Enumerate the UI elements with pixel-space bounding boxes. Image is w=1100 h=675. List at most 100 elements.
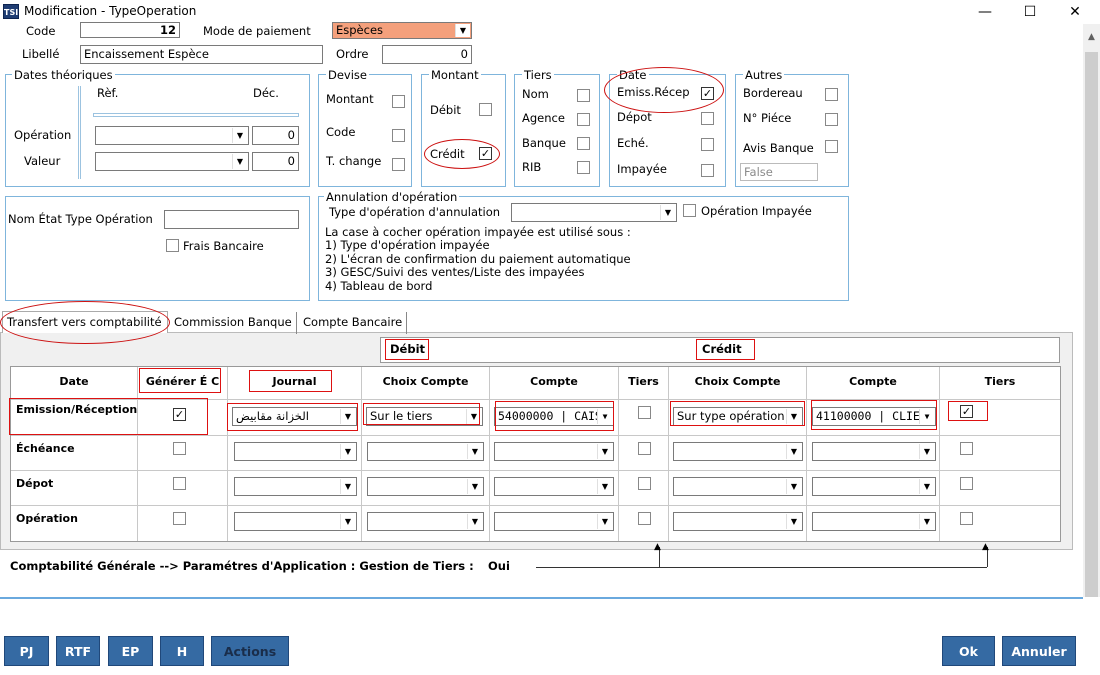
- row3-choix-debit-select[interactable]: ▼: [367, 477, 484, 496]
- resize-line: [536, 567, 987, 568]
- bordereau-checkbox[interactable]: [825, 88, 838, 101]
- rtf-button[interactable]: RTF: [56, 636, 100, 666]
- chevron-down-icon[interactable]: ▼: [919, 479, 934, 494]
- row4-compte-debit-select[interactable]: ▼: [494, 512, 614, 531]
- maximize-button[interactable]: ☐: [1010, 2, 1050, 22]
- avis-banque-checkbox[interactable]: [825, 140, 838, 153]
- devise-tchange-checkbox[interactable]: [392, 158, 405, 171]
- operation-ref-select[interactable]: ▼: [95, 126, 249, 145]
- valeur-dec-field[interactable]: 0: [252, 152, 299, 171]
- tiers-nom-checkbox[interactable]: [577, 89, 590, 102]
- tiers-rib-checkbox[interactable]: [577, 161, 590, 174]
- chevron-down-icon[interactable]: ▼: [467, 514, 482, 529]
- row4-choix-debit-select[interactable]: ▼: [367, 512, 484, 531]
- row4-tiers-debit-checkbox[interactable]: [638, 512, 651, 525]
- chevron-down-icon[interactable]: ▼: [786, 514, 801, 529]
- operation-label: Opération: [14, 128, 72, 142]
- actions-button[interactable]: Actions: [211, 636, 289, 666]
- ep-button[interactable]: EP: [108, 636, 153, 666]
- npiece-checkbox[interactable]: [825, 113, 838, 126]
- devise-code-checkbox[interactable]: [392, 129, 405, 142]
- row2-journal-select[interactable]: ▼: [234, 442, 357, 461]
- annulation-type-select[interactable]: ▼: [511, 203, 677, 222]
- col-compte-debit-header: Compte: [490, 367, 619, 400]
- row3-tiers-credit-checkbox[interactable]: [960, 477, 973, 490]
- tab-commission-banque[interactable]: Commission Banque: [170, 312, 297, 334]
- row4-journal-select[interactable]: ▼: [234, 512, 357, 531]
- row4-compte-credit-select[interactable]: ▼: [812, 512, 936, 531]
- row3-generer-checkbox[interactable]: [173, 477, 186, 490]
- chevron-down-icon[interactable]: ▼: [786, 479, 801, 494]
- row4-generer-checkbox[interactable]: [173, 512, 186, 525]
- row2-tiers-debit-checkbox[interactable]: [638, 442, 651, 455]
- frais-bancaire-checkbox[interactable]: [166, 239, 179, 252]
- operation-impayee-checkbox[interactable]: [683, 204, 696, 217]
- chevron-down-icon[interactable]: ▼: [597, 479, 612, 494]
- devise-montant-checkbox[interactable]: [392, 95, 405, 108]
- annotation-box: [249, 370, 332, 392]
- scroll-up-icon[interactable]: ▲: [1083, 26, 1100, 48]
- code-field[interactable]: 12: [80, 22, 180, 38]
- annotation-box: [363, 403, 480, 425]
- mode-paiement-value: Espèces: [336, 23, 384, 37]
- chevron-down-icon[interactable]: ▼: [919, 444, 934, 459]
- ordre-field[interactable]: 0: [382, 45, 472, 64]
- tiers-agence-checkbox[interactable]: [577, 113, 590, 126]
- autres-title: Autres: [743, 68, 785, 82]
- eche-checkbox[interactable]: [701, 138, 714, 151]
- scrollbar-thumb[interactable]: [1085, 52, 1098, 597]
- chevron-down-icon[interactable]: ▼: [232, 128, 247, 143]
- row3-tiers-debit-checkbox[interactable]: [638, 477, 651, 490]
- chevron-down-icon[interactable]: ▼: [597, 444, 612, 459]
- impayee-checkbox[interactable]: [701, 164, 714, 177]
- row2-tiers-credit-checkbox[interactable]: [960, 442, 973, 455]
- chevron-down-icon[interactable]: ▼: [660, 205, 675, 220]
- row2-generer-checkbox[interactable]: [173, 442, 186, 455]
- devise-code-label: Code: [326, 125, 356, 139]
- chevron-down-icon[interactable]: ▼: [340, 514, 355, 529]
- depot-checkbox[interactable]: [701, 112, 714, 125]
- pj-button[interactable]: PJ: [4, 636, 49, 666]
- frais-bancaire-label: Frais Bancaire: [183, 239, 264, 253]
- chevron-down-icon[interactable]: ▼: [340, 444, 355, 459]
- row-label-operation: Opération: [11, 506, 138, 541]
- tab-compte-bancaire[interactable]: Compte Bancaire: [299, 312, 408, 334]
- chevron-down-icon[interactable]: ▼: [455, 24, 470, 37]
- chevron-down-icon[interactable]: ▼: [467, 444, 482, 459]
- close-button[interactable]: ✕: [1055, 2, 1095, 22]
- devise-tchange-label: T. change: [326, 154, 382, 168]
- table-row: [940, 471, 1060, 506]
- chevron-down-icon[interactable]: ▼: [786, 444, 801, 459]
- col-choix-compte-credit-header: Choix Compte: [669, 367, 807, 400]
- minimize-button[interactable]: —: [965, 2, 1005, 22]
- chevron-down-icon[interactable]: ▼: [232, 154, 247, 169]
- chevron-down-icon[interactable]: ▼: [340, 479, 355, 494]
- chevron-down-icon[interactable]: ▼: [597, 514, 612, 529]
- row1-tiers-debit-checkbox[interactable]: [638, 406, 651, 419]
- nom-etat-field[interactable]: [164, 210, 299, 229]
- chevron-down-icon[interactable]: ▼: [919, 514, 934, 529]
- valeur-ref-select[interactable]: ▼: [95, 152, 249, 171]
- libelle-field[interactable]: Encaissement Espèce: [80, 45, 323, 64]
- chevron-down-icon[interactable]: ▼: [467, 479, 482, 494]
- row4-tiers-credit-checkbox[interactable]: [960, 512, 973, 525]
- ok-button[interactable]: Ok: [942, 636, 995, 666]
- h-button[interactable]: H: [160, 636, 204, 666]
- gestion-tiers-label: Comptabilité Générale --> Paramétres d'A…: [10, 559, 474, 573]
- mode-paiement-select[interactable]: Espèces ▼: [332, 22, 472, 39]
- row2-choix-credit-select[interactable]: ▼: [673, 442, 803, 461]
- debit-checkbox[interactable]: [479, 103, 492, 116]
- annulation-note-1: 1) Type d'opération impayée: [325, 238, 490, 252]
- row2-compte-credit-select[interactable]: ▼: [812, 442, 936, 461]
- row2-compte-debit-select[interactable]: ▼: [494, 442, 614, 461]
- row4-choix-credit-select[interactable]: ▼: [673, 512, 803, 531]
- row3-choix-credit-select[interactable]: ▼: [673, 477, 803, 496]
- tiers-banque-checkbox[interactable]: [577, 137, 590, 150]
- operation-dec-field[interactable]: 0: [252, 126, 299, 145]
- row3-compte-debit-select[interactable]: ▼: [494, 477, 614, 496]
- row3-journal-select[interactable]: ▼: [234, 477, 357, 496]
- row3-compte-credit-select[interactable]: ▼: [812, 477, 936, 496]
- row2-choix-debit-select[interactable]: ▼: [367, 442, 484, 461]
- annotation-box: [139, 368, 221, 393]
- annuler-button[interactable]: Annuler: [1002, 636, 1076, 666]
